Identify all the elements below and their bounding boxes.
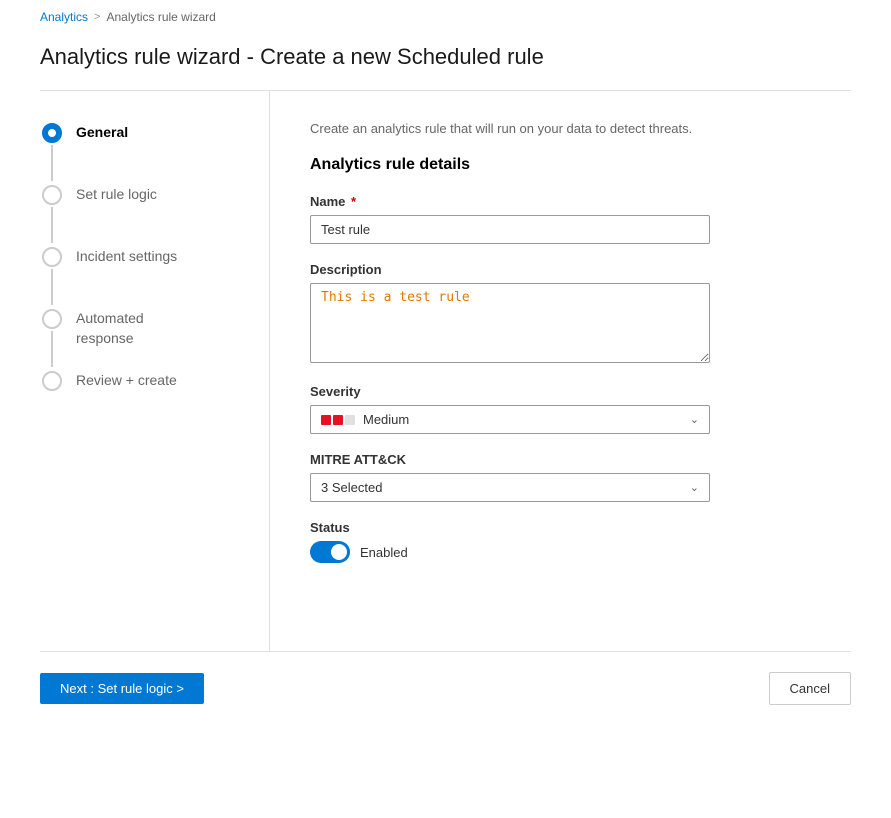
- step-label-general: General: [76, 121, 128, 143]
- sev-block-1: [321, 415, 331, 425]
- name-field-group: Name *: [310, 194, 821, 244]
- step-circle-general: [42, 123, 62, 143]
- mitre-field-group: MITRE ATT&CK 3 Selected ⌄: [310, 452, 821, 502]
- mitre-label: MITRE ATT&CK: [310, 452, 821, 467]
- severity-icons: [321, 415, 355, 425]
- step-automated-response[interactable]: Automatedresponse: [40, 307, 249, 369]
- step-label-automated: Automatedresponse: [76, 307, 144, 348]
- step-circle-review: [42, 371, 62, 391]
- step-line-automated: [51, 331, 53, 367]
- intro-text: Create an analytics rule that will run o…: [310, 121, 821, 136]
- page-title: Analytics rule wizard - Create a new Sch…: [0, 34, 891, 90]
- step-label-review: Review + create: [76, 369, 177, 391]
- status-toggle[interactable]: [310, 541, 350, 563]
- sev-block-2: [333, 415, 343, 425]
- step-line-setrulelogic: [51, 207, 53, 243]
- step-label-setrulelogic: Set rule logic: [76, 183, 157, 205]
- cancel-button[interactable]: Cancel: [769, 672, 851, 705]
- step-set-rule-logic[interactable]: Set rule logic: [40, 183, 249, 245]
- severity-value: Medium: [363, 412, 409, 427]
- section-title: Analytics rule details: [310, 156, 821, 174]
- status-field-group: Status Enabled: [310, 520, 821, 563]
- description-input[interactable]: This is a test rule: [310, 283, 710, 363]
- sev-block-3: [345, 415, 355, 425]
- step-line-general: [51, 145, 53, 181]
- breadcrumb-current: Analytics rule wizard: [106, 10, 215, 24]
- mitre-value: 3 Selected: [321, 480, 382, 495]
- step-general[interactable]: General: [40, 121, 249, 183]
- wizard-footer: Next : Set rule logic > Cancel: [0, 652, 891, 725]
- mitre-select-wrapper: 3 Selected ⌄: [310, 473, 710, 502]
- step-connector-automated: [40, 307, 64, 369]
- severity-select-wrapper: Medium ⌄: [310, 405, 710, 434]
- name-input[interactable]: [310, 215, 710, 244]
- severity-field-group: Severity Medium ⌄: [310, 384, 821, 434]
- name-required-star: *: [347, 194, 356, 209]
- wizard-layout: General Set rule logic Incident settings: [40, 91, 851, 651]
- step-circle-setrulelogic: [42, 185, 62, 205]
- step-connector-setrulelogic: [40, 183, 64, 245]
- description-field-group: Description This is a test rule: [310, 262, 821, 366]
- severity-chevron-icon: ⌄: [690, 413, 699, 426]
- step-connector-incident: [40, 245, 64, 307]
- mitre-chevron-icon: ⌄: [690, 481, 699, 494]
- wizard-main: Create an analytics rule that will run o…: [270, 91, 851, 651]
- toggle-label: Enabled: [360, 545, 408, 560]
- breadcrumb-analytics-link[interactable]: Analytics: [40, 10, 88, 24]
- severity-select-left: Medium: [321, 412, 409, 427]
- step-connector-general: [40, 121, 64, 183]
- status-label: Status: [310, 520, 821, 535]
- toggle-knob: [331, 544, 347, 560]
- breadcrumb: Analytics > Analytics rule wizard: [0, 0, 891, 34]
- step-review-create[interactable]: Review + create: [40, 369, 249, 391]
- step-circle-automated: [42, 309, 62, 329]
- next-button[interactable]: Next : Set rule logic >: [40, 673, 204, 704]
- name-label: Name *: [310, 194, 821, 209]
- severity-select[interactable]: Medium ⌄: [310, 405, 710, 434]
- breadcrumb-separator: >: [94, 11, 100, 23]
- step-incident-settings[interactable]: Incident settings: [40, 245, 249, 307]
- wizard-sidebar: General Set rule logic Incident settings: [40, 91, 270, 651]
- step-line-incident: [51, 269, 53, 305]
- step-connector-review: [40, 369, 64, 391]
- step-circle-incident: [42, 247, 62, 267]
- toggle-group: Enabled: [310, 541, 821, 563]
- severity-label: Severity: [310, 384, 821, 399]
- description-label: Description: [310, 262, 821, 277]
- mitre-select[interactable]: 3 Selected ⌄: [310, 473, 710, 502]
- step-label-incident: Incident settings: [76, 245, 177, 267]
